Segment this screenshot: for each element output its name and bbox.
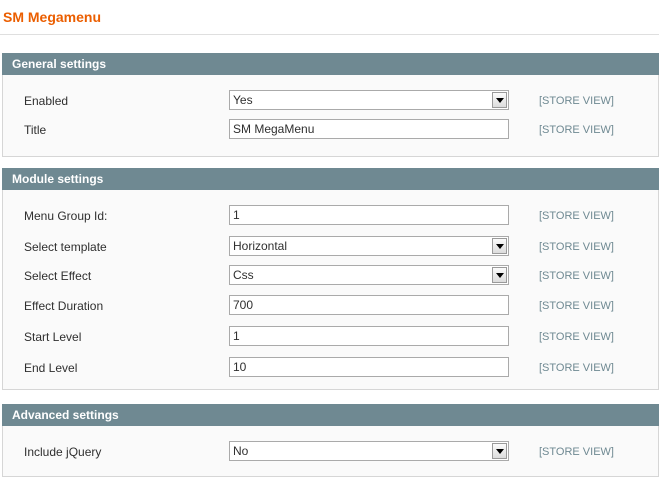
- general-settings-body: Enabled Yes [STORE VIEW] Title SM MegaMe…: [2, 75, 659, 157]
- select-template-row: Select template Horizontal [STORE VIEW]: [3, 236, 658, 258]
- start-level-row: Start Level 1 [STORE VIEW]: [3, 326, 658, 348]
- effect-duration-row: Effect Duration 700 [STORE VIEW]: [3, 295, 658, 317]
- general-settings-header[interactable]: General settings: [2, 53, 659, 75]
- effect-duration-scope: [STORE VIEW]: [539, 300, 614, 312]
- module-settings-header[interactable]: Module settings: [2, 168, 659, 190]
- select-effect-label: Select Effect: [24, 269, 92, 283]
- end-level-value: 10: [233, 360, 247, 374]
- select-effect-select[interactable]: Css: [229, 265, 509, 285]
- include-jquery-scope: [STORE VIEW]: [539, 446, 614, 458]
- include-jquery-label: Include jQuery: [24, 445, 102, 459]
- effect-duration-label: Effect Duration: [24, 299, 104, 313]
- select-template-value: Horizontal: [233, 239, 288, 253]
- start-level-label: Start Level: [24, 330, 82, 344]
- end-level-row: End Level 10 [STORE VIEW]: [3, 357, 658, 379]
- enabled-row: Enabled Yes [STORE VIEW]: [3, 90, 658, 112]
- include-jquery-value: No: [233, 444, 249, 458]
- select-effect-scope: [STORE VIEW]: [539, 270, 614, 282]
- start-level-input[interactable]: 1: [229, 326, 509, 346]
- advanced-settings-body: Include jQuery No [STORE VIEW]: [2, 426, 659, 477]
- module-settings-body: Menu Group Id: 1 [STORE VIEW] Select tem…: [2, 190, 659, 390]
- end-level-input[interactable]: 10: [229, 357, 509, 377]
- include-jquery-row: Include jQuery No [STORE VIEW]: [3, 441, 658, 463]
- effect-duration-value: 700: [233, 298, 254, 312]
- menu-group-id-label: Menu Group Id:: [24, 209, 108, 223]
- menu-group-id-row: Menu Group Id: 1 [STORE VIEW]: [3, 205, 658, 227]
- general-settings-section: General settings Enabled Yes [STORE VIEW…: [2, 53, 659, 157]
- advanced-settings-section: Advanced settings Include jQuery No [STO…: [2, 404, 659, 477]
- end-level-scope: [STORE VIEW]: [539, 362, 614, 374]
- enabled-scope: [STORE VIEW]: [539, 95, 614, 107]
- effect-duration-input[interactable]: 700: [229, 295, 509, 315]
- select-template-scope: [STORE VIEW]: [539, 241, 614, 253]
- title-row: Title SM MegaMenu [STORE VIEW]: [3, 119, 658, 141]
- title-divider: [0, 34, 659, 35]
- title-value: SM MegaMenu: [233, 122, 315, 136]
- enabled-label: Enabled: [24, 94, 69, 108]
- advanced-settings-header[interactable]: Advanced settings: [2, 404, 659, 426]
- chevron-down-icon[interactable]: [492, 92, 507, 108]
- title-input[interactable]: SM MegaMenu: [229, 119, 509, 139]
- chevron-down-icon[interactable]: [492, 443, 507, 459]
- menu-group-id-value: 1: [233, 208, 240, 222]
- menu-group-id-input[interactable]: 1: [229, 205, 509, 225]
- select-effect-row: Select Effect Css [STORE VIEW]: [3, 265, 658, 287]
- enabled-value: Yes: [233, 93, 253, 107]
- end-level-label: End Level: [24, 361, 78, 375]
- enabled-select[interactable]: Yes: [229, 90, 509, 110]
- select-template-select[interactable]: Horizontal: [229, 236, 509, 256]
- start-level-value: 1: [233, 329, 240, 343]
- chevron-down-icon[interactable]: [492, 267, 507, 283]
- title-label: Title: [24, 123, 47, 137]
- start-level-scope: [STORE VIEW]: [539, 331, 614, 343]
- page-title: SM Megamenu: [3, 9, 102, 25]
- select-template-label: Select template: [24, 240, 107, 254]
- include-jquery-select[interactable]: No: [229, 441, 509, 461]
- select-effect-value: Css: [233, 268, 254, 282]
- menu-group-id-scope: [STORE VIEW]: [539, 210, 614, 222]
- module-settings-section: Module settings Menu Group Id: 1 [STORE …: [2, 168, 659, 390]
- title-scope: [STORE VIEW]: [539, 124, 614, 136]
- chevron-down-icon[interactable]: [492, 238, 507, 254]
